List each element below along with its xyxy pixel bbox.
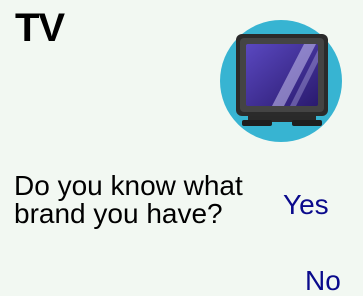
yes-option[interactable]: Yes [283,190,329,220]
question-text: Do you know what brand you have? [14,170,243,229]
no-option[interactable]: No [305,266,341,296]
tv-icon [220,20,342,142]
page-title: TV [15,6,65,50]
